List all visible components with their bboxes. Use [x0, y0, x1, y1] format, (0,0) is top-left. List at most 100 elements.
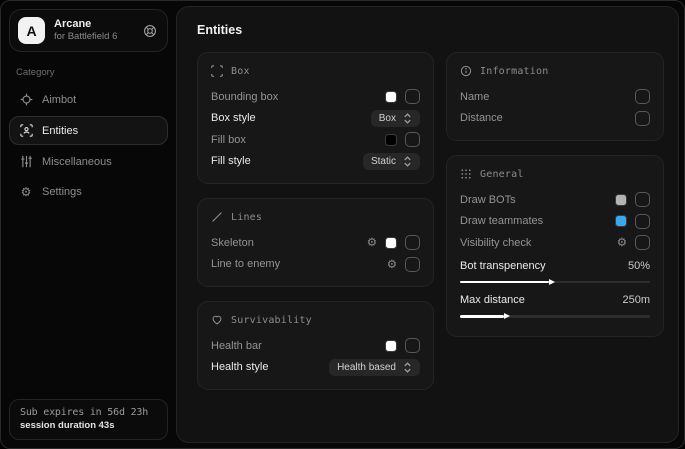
entity-scan-icon: [19, 124, 33, 137]
color-swatch[interactable]: [615, 215, 627, 227]
left-column: Box Bounding box Box style Box: [197, 52, 434, 390]
sidebar-item-miscellaneous[interactable]: Miscellaneous: [9, 147, 168, 176]
color-swatch[interactable]: [615, 194, 627, 206]
general-panel-header: General: [460, 168, 650, 180]
checkbox[interactable]: [635, 192, 650, 207]
survivability-panel: Survivability Health bar Health style He…: [197, 301, 434, 390]
max-distance-slider[interactable]: [460, 315, 650, 318]
app-window: A Arcane for Battlefield 6 Category: [0, 0, 685, 449]
gear-icon[interactable]: ⚙: [367, 237, 377, 249]
dropdown-value: Box: [379, 113, 396, 124]
checkbox[interactable]: [405, 257, 420, 272]
lines-panel-header: Lines: [211, 211, 420, 223]
scan-brackets-icon: [211, 65, 223, 77]
sidebar-nav: Aimbot Entities: [9, 85, 168, 206]
general-panel: General Draw BOTs Draw teammates: [446, 155, 664, 337]
setting-row-name: Name: [460, 86, 650, 108]
box-style-dropdown[interactable]: Box: [371, 110, 420, 127]
setting-row-distance: Distance: [460, 108, 650, 130]
panel-title: Information: [480, 66, 548, 77]
setting-row-bounding-box: Bounding box: [211, 86, 420, 108]
checkbox[interactable]: [405, 89, 420, 104]
brand-subtitle: for Battlefield 6: [54, 31, 117, 43]
setting-row-draw-bots: Draw BOTs: [460, 189, 650, 211]
main-content: Entities Box Bounding box: [176, 6, 679, 443]
setting-row-health-bar: Health bar: [211, 335, 420, 357]
setting-row-box-style: Box style Box: [211, 108, 420, 130]
dropdown-value: Health based: [337, 362, 396, 373]
sub-expiry-text: Sub expires in 56d 23h: [20, 407, 157, 418]
setting-label: Max distance: [460, 294, 525, 306]
setting-label: Name: [460, 91, 489, 103]
health-icon: [211, 314, 223, 326]
setting-label: Distance: [460, 112, 503, 124]
max-distance-slider-group: Max distance 250m: [460, 290, 650, 318]
chevrons-up-down-icon: [403, 113, 412, 124]
color-swatch[interactable]: [385, 237, 397, 249]
slider-thumb[interactable]: [549, 279, 555, 285]
setting-label: Draw BOTs: [460, 194, 516, 206]
setting-label: Fill box: [211, 134, 246, 146]
checkbox[interactable]: [405, 235, 420, 250]
diagonal-line-icon: [211, 211, 223, 223]
checkbox[interactable]: [635, 111, 650, 126]
panel-title: Survivability: [231, 315, 312, 326]
sidebar-item-aimbot[interactable]: Aimbot: [9, 85, 168, 114]
subscription-card: Sub expires in 56d 23h session duration …: [9, 399, 168, 440]
color-swatch[interactable]: [385, 340, 397, 352]
setting-label: Line to enemy: [211, 258, 280, 270]
bot-transparency-slider-group: Bot transpenency 50%: [460, 256, 650, 284]
grid-dots-icon: [460, 168, 472, 180]
brand-text: Arcane for Battlefield 6: [54, 18, 117, 44]
setting-row-health-style: Health style Health based: [211, 357, 420, 379]
sidebar-item-label: Settings: [42, 186, 82, 198]
box-panel: Box Bounding box Box style Box: [197, 52, 434, 184]
setting-label: Visibility check: [460, 237, 531, 249]
checkbox[interactable]: [635, 214, 650, 229]
sliders-icon: [19, 155, 33, 168]
dropdown-value: Static: [371, 156, 396, 167]
information-panel: Information Name Distance: [446, 52, 664, 141]
panel-title: Box: [231, 66, 250, 77]
health-style-dropdown[interactable]: Health based: [329, 359, 420, 376]
setting-label: Box style: [211, 112, 256, 124]
sidebar-item-label: Entities: [42, 125, 78, 137]
color-swatch[interactable]: [385, 134, 397, 146]
brand-avatar: A: [18, 17, 45, 44]
color-swatch[interactable]: [385, 91, 397, 103]
chevrons-up-down-icon: [403, 156, 412, 167]
survivability-panel-header: Survivability: [211, 314, 420, 326]
category-label: Category: [16, 67, 161, 78]
checkbox[interactable]: [635, 235, 650, 250]
setting-label: Bot transpenency: [460, 260, 546, 272]
checkbox[interactable]: [405, 338, 420, 353]
bot-transparency-slider[interactable]: [460, 281, 650, 284]
setting-label: Skeleton: [211, 237, 254, 249]
lifebuoy-icon[interactable]: [143, 24, 157, 38]
sidebar: A Arcane for Battlefield 6 Category: [1, 1, 176, 448]
gear-icon[interactable]: ⚙: [617, 237, 627, 249]
box-panel-header: Box: [211, 65, 420, 77]
chevrons-up-down-icon: [403, 362, 412, 373]
sidebar-item-label: Aimbot: [42, 94, 76, 106]
session-duration-text: session duration 43s: [20, 420, 157, 431]
fill-style-dropdown[interactable]: Static: [363, 153, 420, 170]
panel-title: General: [480, 169, 524, 180]
information-panel-header: Information: [460, 65, 650, 77]
setting-row-draw-teammates: Draw teammates: [460, 211, 650, 233]
setting-row-fill-box: Fill box: [211, 129, 420, 151]
slider-thumb[interactable]: [504, 313, 510, 319]
sidebar-item-label: Miscellaneous: [42, 156, 112, 168]
brand-card: A Arcane for Battlefield 6: [9, 9, 168, 52]
checkbox[interactable]: [405, 132, 420, 147]
setting-label: Health bar: [211, 340, 262, 352]
sidebar-item-entities[interactable]: Entities: [9, 116, 168, 145]
panel-title: Lines: [231, 212, 262, 223]
page-title: Entities: [197, 23, 664, 37]
checkbox[interactable]: [635, 89, 650, 104]
info-icon: [460, 65, 472, 77]
gear-icon[interactable]: ⚙: [387, 259, 397, 271]
setting-row-line-to-enemy: Line to enemy ⚙: [211, 254, 420, 276]
sidebar-item-settings[interactable]: ⚙ Settings: [9, 178, 168, 206]
panel-columns: Box Bounding box Box style Box: [197, 52, 664, 390]
